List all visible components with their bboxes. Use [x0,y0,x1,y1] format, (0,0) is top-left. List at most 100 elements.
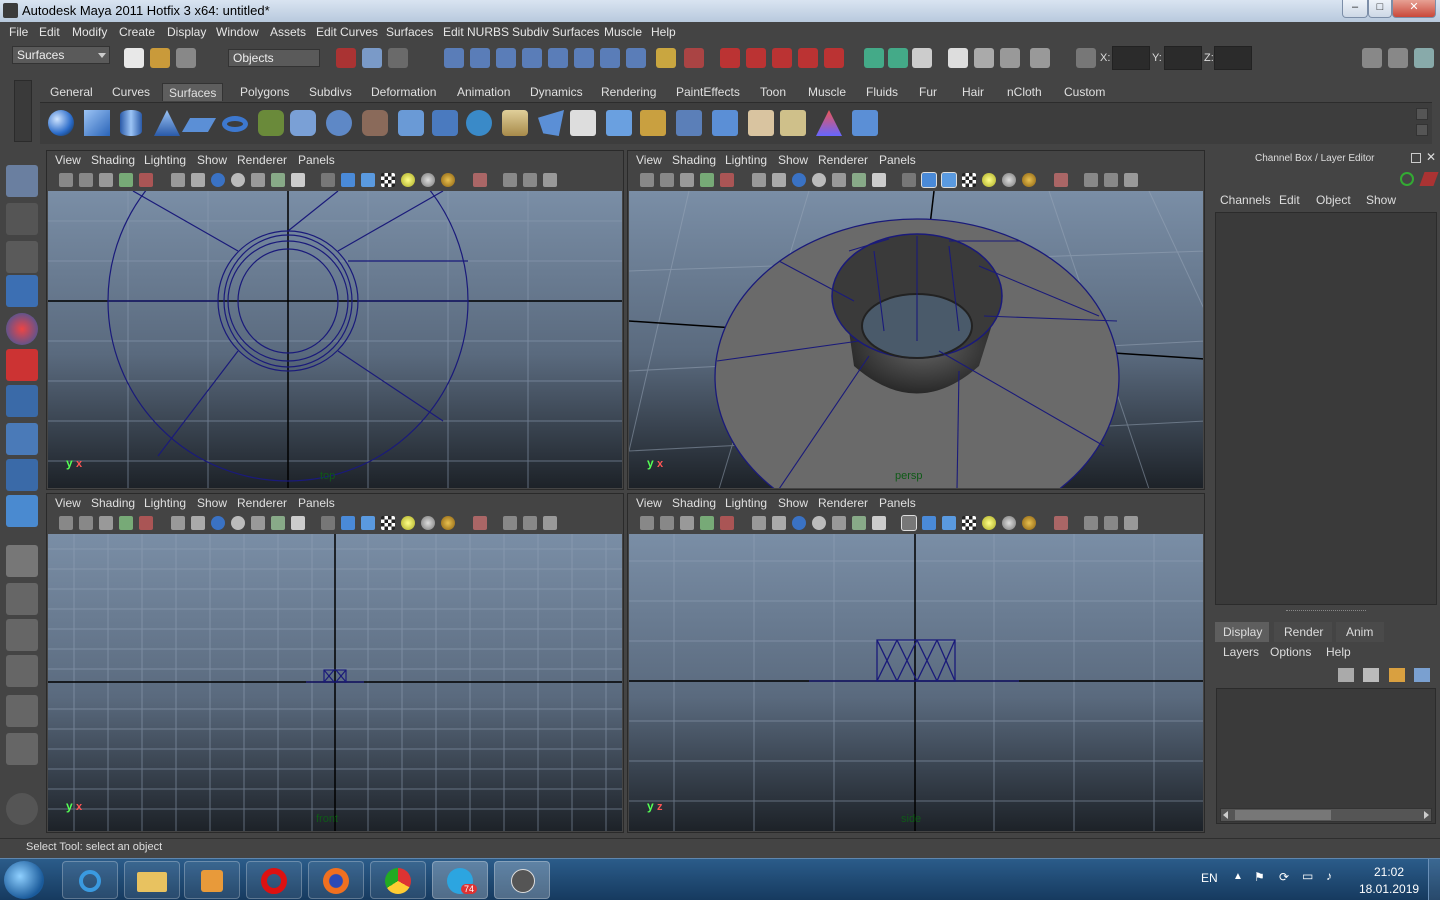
nurbs-cube-icon[interactable] [84,110,110,136]
panel-menu-show[interactable]: Show [778,153,808,167]
smooth-shade-icon[interactable] [922,516,936,530]
universal-manipulator-icon[interactable] [6,385,38,417]
firefox-icon[interactable] [308,861,364,899]
shadows-icon[interactable] [1002,173,1016,187]
shelf-tab-dynamics[interactable]: Dynamics [524,83,589,101]
2d-pan-zoom-icon[interactable] [720,173,734,187]
panel-menu-lighting[interactable]: Lighting [725,153,767,167]
hypershade-icon[interactable] [1030,48,1050,68]
layout-single-icon[interactable] [6,545,38,577]
panel-menu-shading[interactable]: Shading [672,153,716,167]
close-button[interactable]: ✕ [1392,0,1436,18]
help-menu[interactable]: Help [1326,645,1351,659]
xray-joints-icon[interactable] [523,173,537,187]
panel-menu-panels[interactable]: Panels [298,153,335,167]
shadows-icon[interactable] [421,173,435,187]
panel-menu-panels[interactable]: Panels [298,496,335,510]
shelf-tab-general[interactable]: General [44,83,99,101]
panel-menu-lighting[interactable]: Lighting [144,153,186,167]
camera-attributes-icon[interactable] [660,173,674,187]
shelf-options-icon[interactable] [14,80,32,142]
maya-taskbar-icon[interactable] [494,861,550,899]
components-icon[interactable] [1124,173,1138,187]
grid-icon[interactable] [171,516,185,530]
extrude-icon[interactable] [362,110,388,136]
panel-menu-panels[interactable]: Panels [879,496,916,510]
2d-pan-zoom-icon[interactable] [139,173,153,187]
isolate-select-icon[interactable] [503,516,517,530]
y-input[interactable] [1164,46,1202,70]
gate-mask-icon[interactable] [812,173,826,187]
grid-icon[interactable] [171,173,185,187]
select-dynamics-icon[interactable] [574,48,594,68]
minimize-button[interactable]: – [1342,0,1368,18]
panel-menu-view[interactable]: View [636,496,662,510]
layout-dope-icon[interactable] [6,733,38,765]
select-camera-icon[interactable] [640,516,654,530]
safe-action-icon[interactable] [852,173,866,187]
field-chart-icon[interactable] [832,516,846,530]
2d-pan-zoom-icon[interactable] [139,516,153,530]
action-center-icon[interactable]: ⚑ [1254,870,1265,884]
bookmark-icon[interactable] [680,173,694,187]
show-channel-box-icon[interactable] [1414,48,1434,68]
start-button[interactable] [4,861,44,899]
select-component-icon[interactable] [388,48,408,68]
xray-joints-icon[interactable] [1104,516,1118,530]
panel-splitter[interactable] [1286,610,1366,613]
isolate-select-icon[interactable] [1084,173,1098,187]
film-gate-icon[interactable] [191,173,205,187]
panel-menu-shading[interactable]: Shading [91,153,135,167]
xray-joints-icon[interactable] [1104,173,1118,187]
film-gate-icon[interactable] [772,173,786,187]
shelf-tab-deformation[interactable]: Deformation [365,83,442,101]
windows-explorer-icon[interactable] [124,861,180,899]
2d-pan-zoom-icon[interactable] [720,516,734,530]
layers-menu[interactable]: Layers [1223,645,1259,659]
safe-title-icon[interactable] [291,173,305,187]
menu-window[interactable]: Window [216,25,259,39]
scroll-left-arrow[interactable] [1223,811,1228,819]
z-input[interactable] [1214,46,1252,70]
show-manipulator-icon[interactable] [6,459,38,491]
select-deformations-icon[interactable] [548,48,568,68]
resolution-gate-icon[interactable] [792,516,806,530]
snap-view-plane-icon[interactable] [798,48,818,68]
render-view-icon[interactable] [912,48,932,68]
new-layer-selected-icon[interactable] [1363,668,1379,682]
wireframe-icon[interactable] [901,515,917,531]
textured-icon[interactable] [962,516,976,530]
channel-box-icon[interactable] [1400,172,1414,186]
shelf-scroll-down[interactable] [1416,124,1428,136]
lasso-tool-icon[interactable] [6,203,38,235]
high-quality-icon[interactable] [1022,516,1036,530]
camera-attributes-icon[interactable] [660,516,674,530]
field-chart-icon[interactable] [251,173,265,187]
trim-tool-icon[interactable] [606,110,632,136]
bookmark-icon[interactable] [99,173,113,187]
layer-tab-display[interactable]: Display [1215,622,1269,642]
field-chart-icon[interactable] [832,173,846,187]
float-panel-icon[interactable] [1411,153,1421,163]
select-curves-icon[interactable] [496,48,516,68]
viewport-top[interactable]: top y x [48,191,622,488]
selection-mode-field[interactable]: Objects [228,49,320,67]
smooth-shade-icon[interactable] [341,173,355,187]
panel-menu-view[interactable]: View [55,496,81,510]
make-live-icon[interactable] [824,48,844,68]
rebuild-surface-icon[interactable] [852,110,878,136]
language-indicator[interactable]: EN [1201,871,1218,885]
align-surfaces-icon[interactable] [780,110,806,136]
select-rendering-icon[interactable] [600,48,620,68]
menu-display[interactable]: Display [167,25,206,39]
channel-list[interactable] [1215,212,1437,605]
media-player-icon[interactable] [184,861,240,899]
scroll-thumb[interactable] [1235,810,1331,820]
layout-outliner-icon[interactable] [6,619,38,651]
bookmark-icon[interactable] [99,516,113,530]
channels-menu[interactable]: Channels [1220,193,1271,207]
panel-menu-lighting[interactable]: Lighting [144,496,186,510]
maximize-button[interactable]: □ [1368,0,1392,18]
revolve-icon[interactable] [258,110,284,136]
menu-edit-curves[interactable]: Edit Curves [316,25,378,39]
